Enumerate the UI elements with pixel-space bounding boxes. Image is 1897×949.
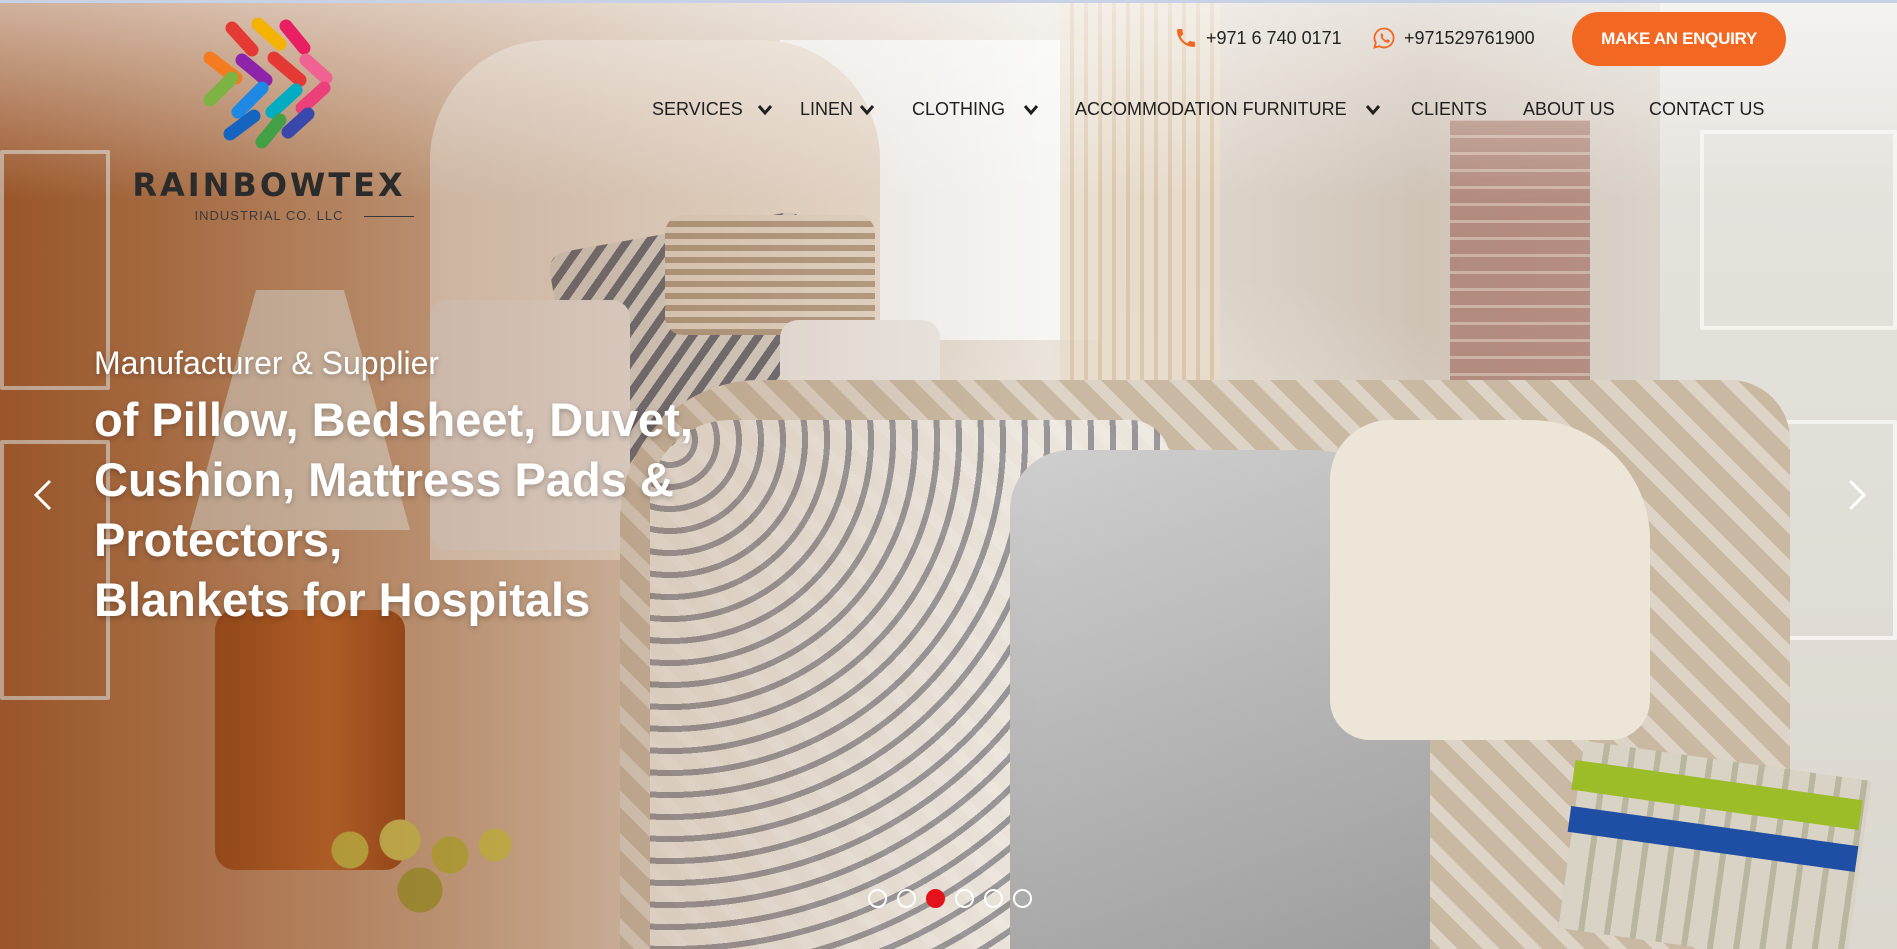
top-border bbox=[0, 0, 1897, 3]
nav-item-clients[interactable]: CLIENTS bbox=[1411, 99, 1487, 120]
phone-contact[interactable]: +971 6 740 0171 bbox=[1174, 26, 1342, 50]
nav-item-clothing[interactable]: CLOTHING bbox=[912, 99, 1039, 120]
hero-title-line: Protectors, bbox=[94, 513, 343, 566]
logo-mark-icon bbox=[203, 18, 333, 149]
chevron-down-icon[interactable] bbox=[1023, 104, 1039, 116]
nav-item-accommodation-furniture[interactable]: ACCOMMODATION FURNITURE bbox=[1075, 99, 1381, 120]
slider-pagination bbox=[868, 889, 1032, 908]
hero-title-line: Blankets for Hospitals bbox=[94, 573, 591, 626]
brand-name: RAINBOWTEX bbox=[132, 166, 406, 204]
slider-dot[interactable] bbox=[1013, 889, 1032, 908]
brand-tagline: INDUSTRIAL CO. LLC bbox=[124, 208, 414, 223]
chevron-down-icon[interactable] bbox=[859, 104, 875, 116]
nav-label: CLOTHING bbox=[912, 99, 1006, 119]
previous-slide-arrow-icon[interactable] bbox=[24, 475, 64, 515]
nav-item-services[interactable]: SERVICES bbox=[652, 99, 773, 120]
phone-number: +971 6 740 0171 bbox=[1206, 27, 1342, 48]
slider-dot[interactable] bbox=[897, 889, 916, 908]
hero-headline: Manufacturer & Supplier of Pillow, Bedsh… bbox=[94, 342, 854, 630]
slider-dot[interactable] bbox=[868, 889, 887, 908]
nav-item-about-us[interactable]: ABOUT US bbox=[1523, 99, 1615, 120]
slider-dot[interactable] bbox=[955, 889, 974, 908]
nav-label: LINEN bbox=[800, 99, 854, 119]
make-enquiry-button[interactable]: MAKE AN ENQUIRY bbox=[1572, 12, 1786, 66]
nav-item-contact-us[interactable]: CONTACT US bbox=[1649, 99, 1764, 120]
nav-label: SERVICES bbox=[652, 99, 743, 119]
brand-logo[interactable]: RAINBOWTEX INDUSTRIAL CO. LLC bbox=[124, 18, 414, 228]
chevron-down-icon[interactable] bbox=[757, 104, 773, 116]
chevron-down-icon[interactable] bbox=[1365, 104, 1381, 116]
whatsapp-contact[interactable]: +971529761900 bbox=[1372, 26, 1535, 50]
whatsapp-icon bbox=[1373, 27, 1395, 49]
hero-title-line: of Pillow, Bedsheet, Duvet, bbox=[94, 393, 693, 446]
whatsapp-number: +971529761900 bbox=[1404, 27, 1535, 48]
phone-icon bbox=[1177, 29, 1195, 47]
hero-title-line: Cushion, Mattress Pads & bbox=[94, 453, 674, 506]
next-slide-arrow-icon[interactable] bbox=[1836, 475, 1876, 515]
nav-label: ACCOMMODATION FURNITURE bbox=[1075, 99, 1347, 119]
slider-dot[interactable] bbox=[984, 889, 1003, 908]
nav-label: ABOUT US bbox=[1523, 99, 1615, 119]
hero-subtitle: Manufacturer & Supplier bbox=[94, 345, 440, 381]
slider-dot-active[interactable] bbox=[926, 889, 945, 908]
nav-label: CONTACT US bbox=[1649, 99, 1765, 119]
nav-label: CLIENTS bbox=[1411, 99, 1488, 119]
nav-item-linen[interactable]: LINEN bbox=[800, 99, 875, 120]
